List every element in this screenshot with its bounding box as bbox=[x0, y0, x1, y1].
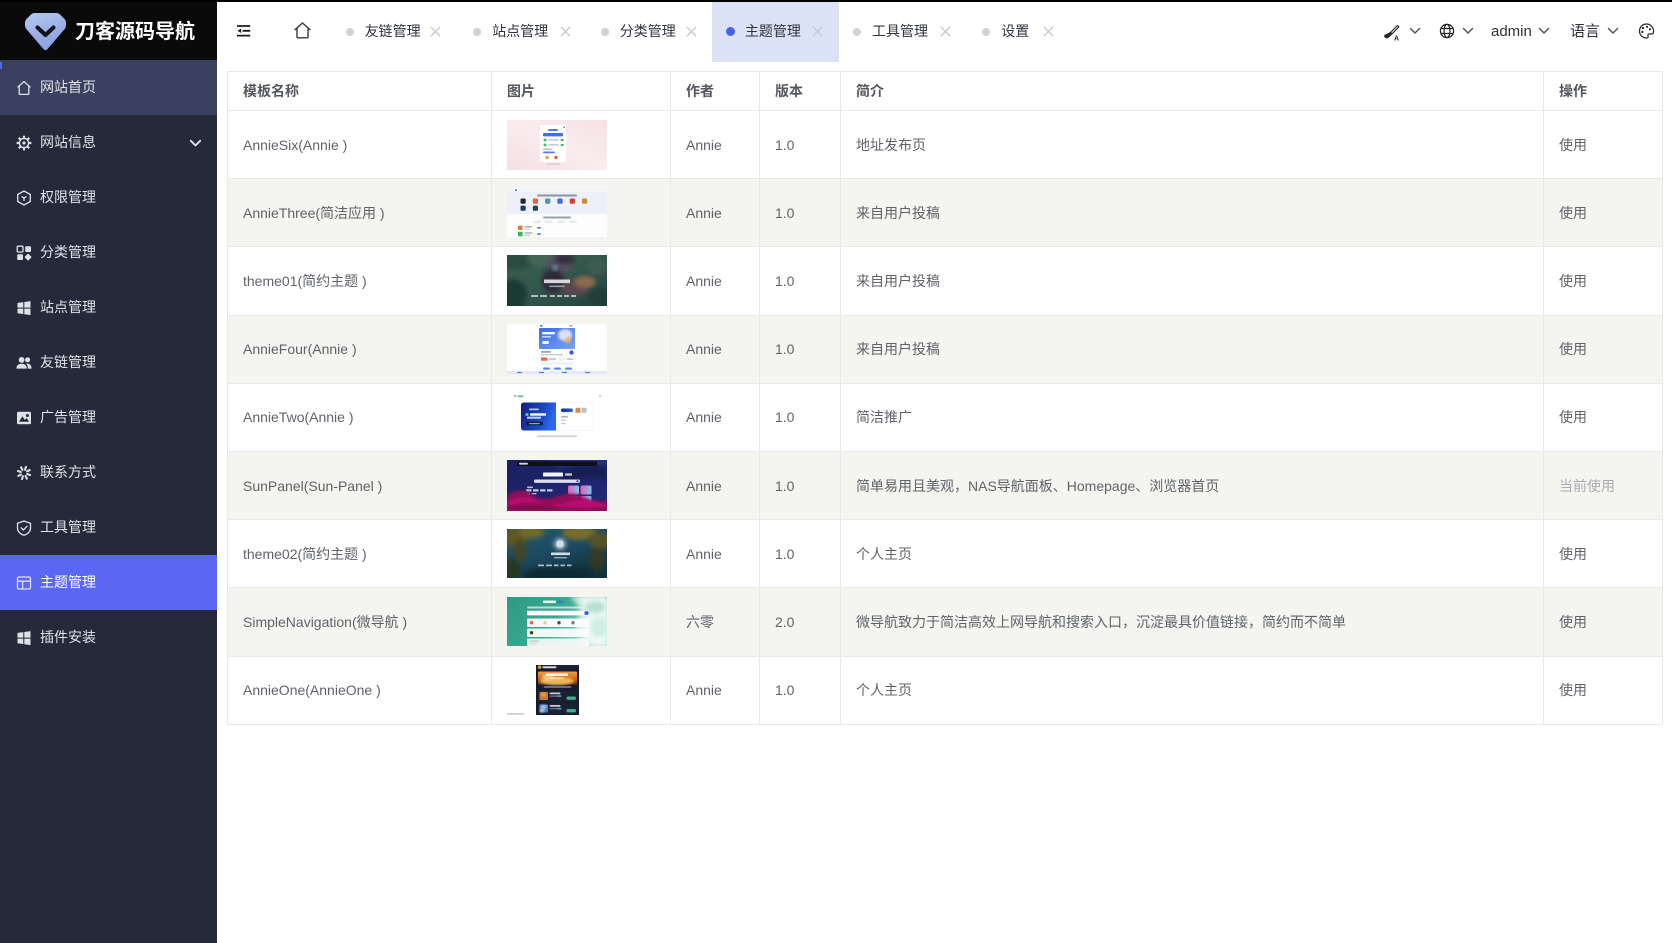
svg-text:A: A bbox=[1394, 36, 1399, 41]
